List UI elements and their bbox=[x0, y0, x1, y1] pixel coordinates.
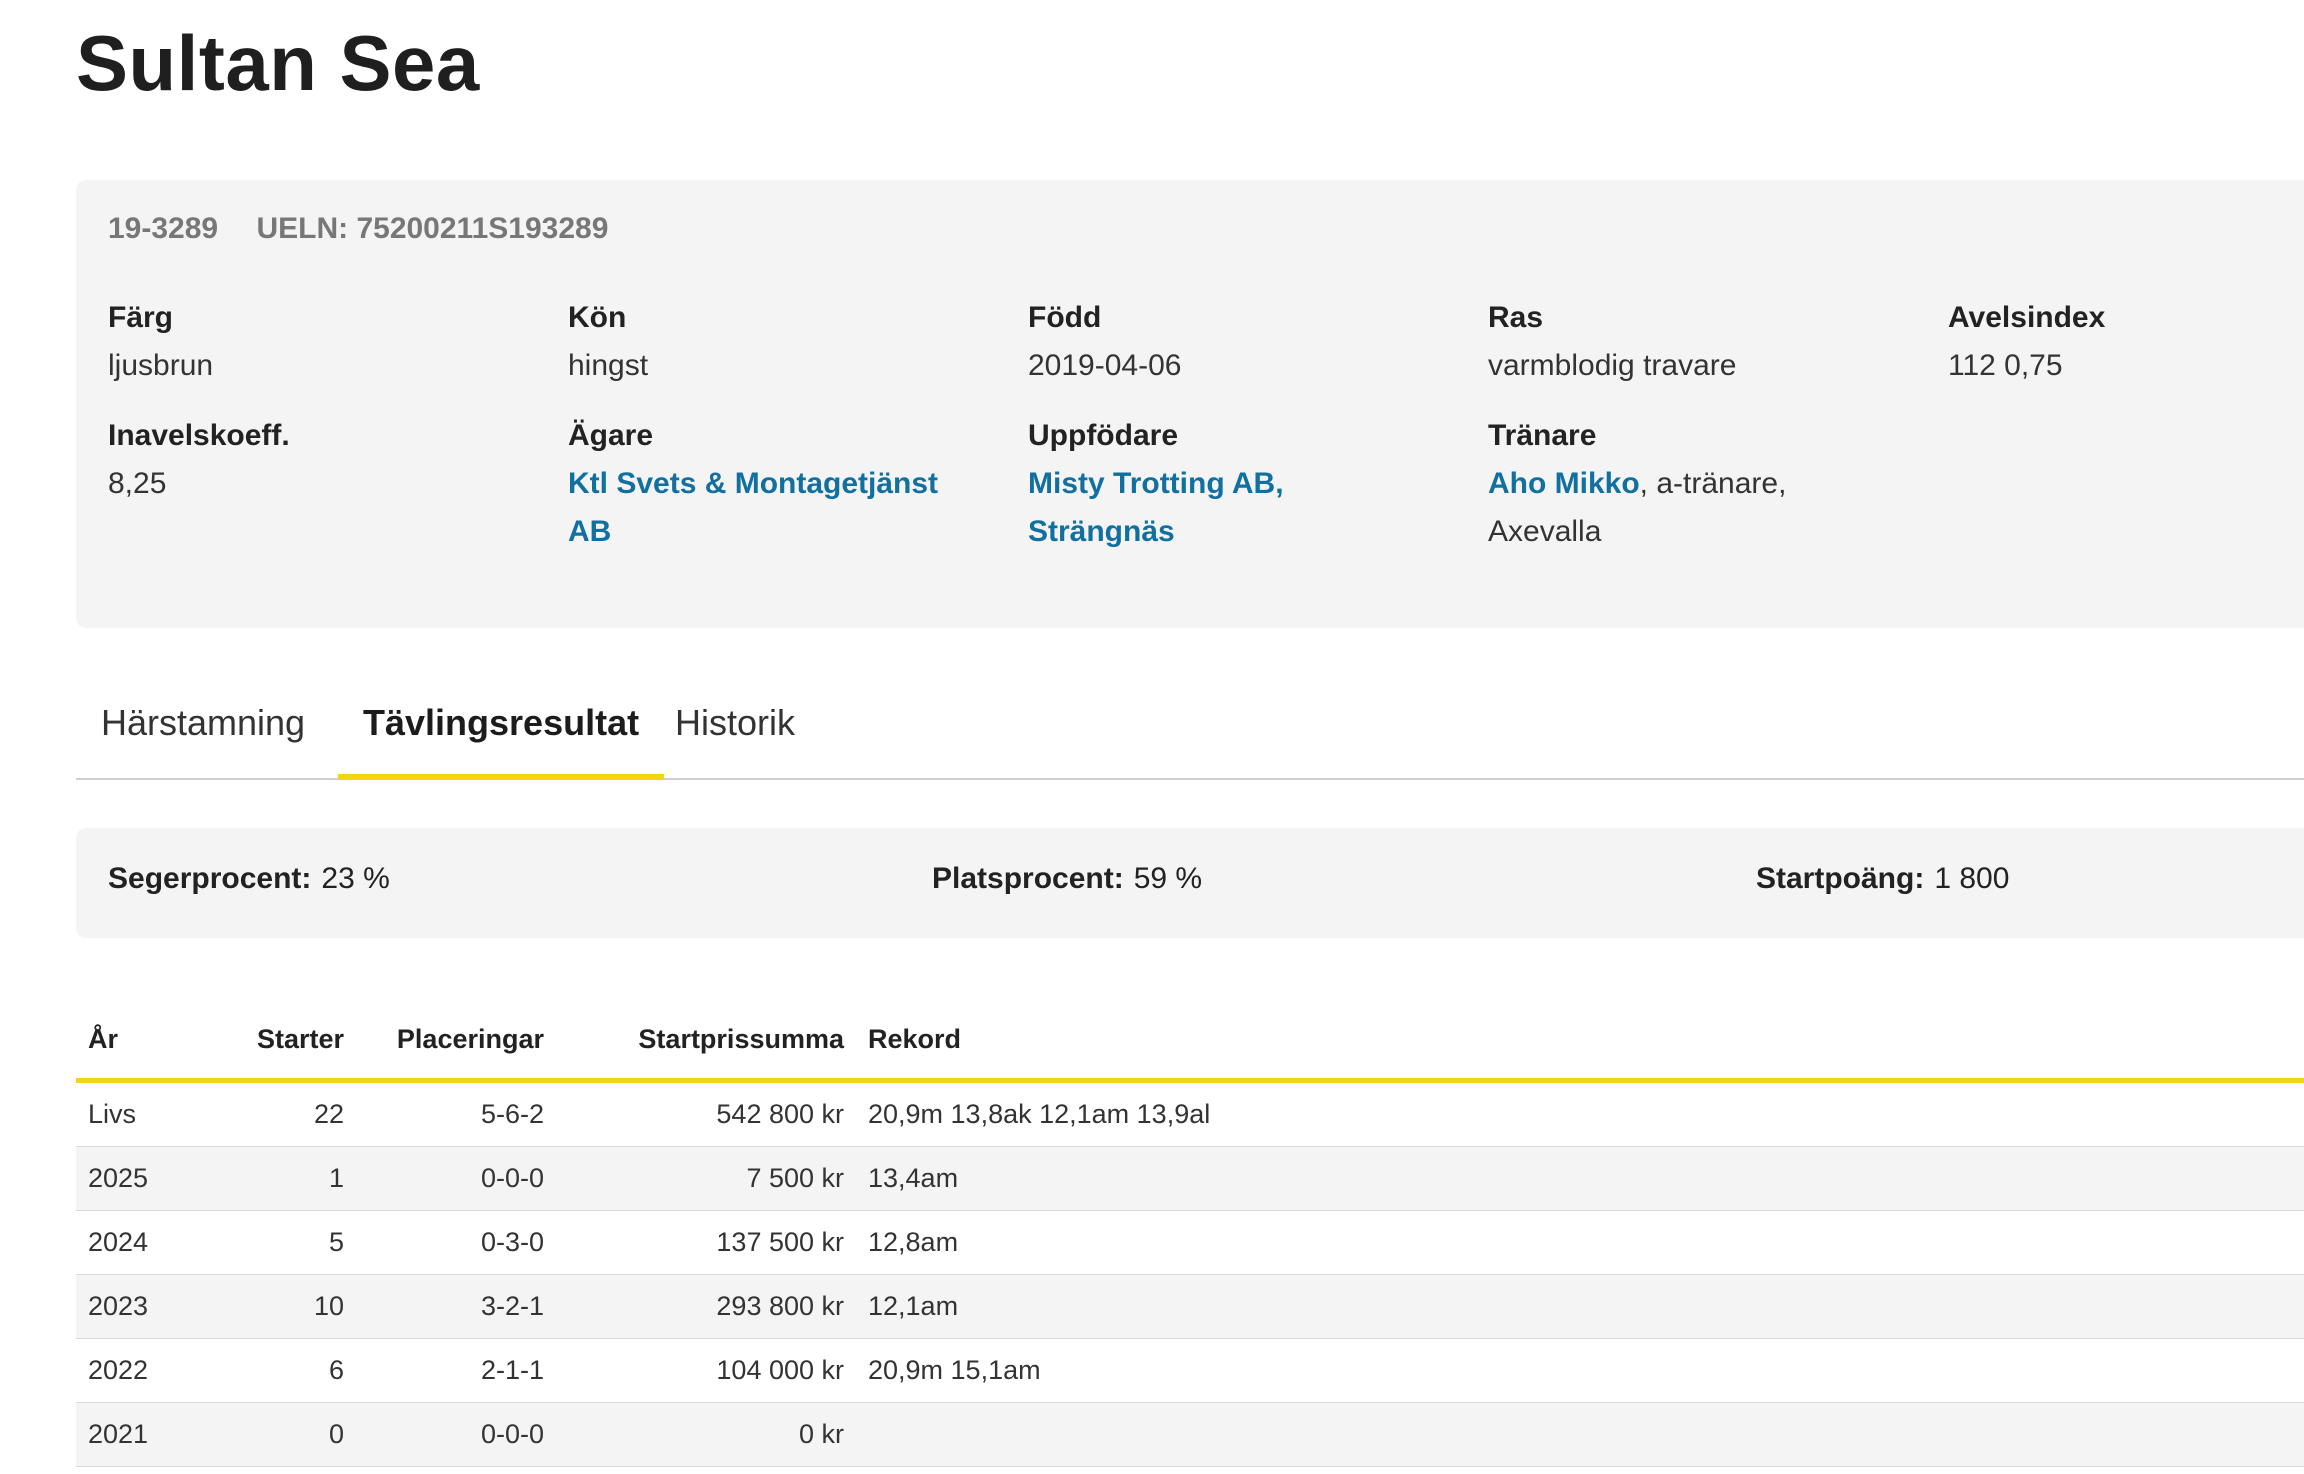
cell-starts: 1 bbox=[216, 1146, 356, 1211]
owner-link[interactable]: Ktl Svets & Montagetjänst AB bbox=[568, 467, 938, 548]
table-row: 2025 1 0-0-0 7 500 kr 13,4am bbox=[76, 1146, 2304, 1211]
cell-prize: 0 kr bbox=[556, 1402, 856, 1467]
cell-year: 2025 bbox=[76, 1146, 216, 1211]
tab-tavlingsresultat[interactable]: Tävlingsresultat bbox=[338, 702, 665, 780]
cell-starts: 6 bbox=[216, 1338, 356, 1403]
col-header-ar: År bbox=[76, 1000, 216, 1083]
cell-year: 2023 bbox=[76, 1274, 216, 1339]
field-label: Tränare bbox=[1488, 419, 1597, 452]
cell-prize: 137 500 kr bbox=[556, 1210, 856, 1275]
table-row: 2022 6 2-1-1 104 000 kr 20,9m 15,1am bbox=[76, 1338, 2304, 1403]
table-header-row: År Starter Placeringar Startprissumma Re… bbox=[76, 1000, 2304, 1083]
field-value: 8,25 bbox=[108, 467, 167, 500]
trainer-link[interactable]: Aho Mikko bbox=[1488, 467, 1640, 500]
field-avelsindex: Avelsindex 112 0,75 bbox=[1948, 294, 2304, 390]
ueln-number: UELN: 75200211S193289 bbox=[256, 212, 609, 245]
field-label: Färg bbox=[108, 301, 174, 334]
stat-value: 23 % bbox=[321, 862, 390, 895]
tab-historik[interactable]: Historik bbox=[650, 702, 820, 766]
stat-value: 59 % bbox=[1133, 862, 1203, 895]
cell-record: 20,9m 15,1am bbox=[856, 1338, 2304, 1403]
cell-placings: 2-1-1 bbox=[356, 1338, 556, 1403]
stat-label: Segerprocent: bbox=[108, 862, 312, 895]
cell-starts: 22 bbox=[216, 1080, 356, 1147]
stat-platsprocent: Platsprocent: 59 % bbox=[932, 862, 1202, 896]
page-title: Sultan Sea bbox=[76, 19, 480, 107]
cell-prize: 293 800 kr bbox=[556, 1274, 856, 1339]
results-table: År Starter Placeringar Startprissumma Re… bbox=[76, 1000, 2304, 1467]
cell-placings: 5-6-2 bbox=[356, 1080, 556, 1147]
registration-number: 19-3289 bbox=[108, 212, 219, 245]
cell-placings: 3-2-1 bbox=[356, 1274, 556, 1339]
cell-placings: 0-0-0 bbox=[356, 1402, 556, 1467]
field-agare: Ägare Ktl Svets & Montagetjänst AB bbox=[568, 412, 968, 556]
field-kon: Kön hingst bbox=[568, 294, 1008, 390]
field-value: 2019-04-06 bbox=[1028, 349, 1182, 382]
stat-segerprocent: Segerprocent: 23 % bbox=[108, 862, 390, 896]
stat-startpoang: Startpoäng: 1 800 bbox=[1756, 862, 2009, 896]
field-value: hingst bbox=[568, 349, 649, 382]
cell-prize: 7 500 kr bbox=[556, 1146, 856, 1211]
table-row: 2023 10 3-2-1 293 800 kr 12,1am bbox=[76, 1274, 2304, 1339]
cell-starts: 5 bbox=[216, 1210, 356, 1275]
stat-label: Platsprocent: bbox=[932, 862, 1124, 895]
field-value: 112 0,75 bbox=[1948, 349, 2063, 382]
cell-starts: 0 bbox=[216, 1402, 356, 1467]
table-row: Livs 22 5-6-2 542 800 kr 20,9m 13,8ak 12… bbox=[76, 1080, 2304, 1147]
cell-placings: 0-3-0 bbox=[356, 1210, 556, 1275]
field-inavelskoeff: Inavelskoeff. 8,25 bbox=[108, 412, 548, 508]
field-farg: Färg ljusbrun bbox=[108, 294, 548, 390]
cell-year: 2024 bbox=[76, 1210, 216, 1275]
cell-record: 13,4am bbox=[856, 1146, 2304, 1211]
cell-record bbox=[856, 1402, 2304, 1467]
field-value: varmblodig travare bbox=[1488, 349, 1737, 382]
cell-starts: 10 bbox=[216, 1274, 356, 1339]
table-row: 2024 5 0-3-0 137 500 kr 12,8am bbox=[76, 1210, 2304, 1275]
col-header-startprissumma: Startprissumma bbox=[556, 1000, 856, 1083]
stats-panel: Segerprocent: 23 % Platsprocent: 59 % Star… bbox=[76, 828, 2304, 938]
field-label: Uppfödare bbox=[1028, 419, 1178, 452]
field-ras: Ras varmblodig travare bbox=[1488, 294, 1928, 390]
stat-label: Startpoäng: bbox=[1756, 862, 1925, 895]
cell-year: Livs bbox=[76, 1080, 216, 1147]
cell-year: 2022 bbox=[76, 1338, 216, 1403]
breeder-link[interactable]: Misty Trotting AB, Strängnäs bbox=[1028, 467, 1284, 548]
field-uppfodare: Uppfödare Misty Trotting AB, Strängnäs bbox=[1028, 412, 1358, 556]
field-label: Ägare bbox=[568, 419, 654, 452]
tab-harstamning[interactable]: Härstamning bbox=[76, 702, 330, 766]
horse-info-panel: 19-3289 UELN: 75200211S193289 Färg ljusb… bbox=[76, 180, 2304, 628]
cell-prize: 542 800 kr bbox=[556, 1080, 856, 1147]
field-label: Avelsindex bbox=[1948, 301, 2106, 334]
cell-prize: 104 000 kr bbox=[556, 1338, 856, 1403]
cell-year: 2021 bbox=[76, 1402, 216, 1467]
table-row: 2021 0 0-0-0 0 kr bbox=[76, 1402, 2304, 1467]
field-label: Kön bbox=[568, 301, 627, 334]
field-fodd: Född 2019-04-06 bbox=[1028, 294, 1468, 390]
field-value: ljusbrun bbox=[108, 349, 214, 382]
cell-record: 12,8am bbox=[856, 1210, 2304, 1275]
field-label: Född bbox=[1028, 301, 1102, 334]
cell-record: 12,1am bbox=[856, 1274, 2304, 1339]
horse-ids: 19-3289 UELN: 75200211S193289 bbox=[108, 212, 638, 246]
col-header-placeringar: Placeringar bbox=[356, 1000, 556, 1083]
col-header-rekord: Rekord bbox=[856, 1000, 2304, 1083]
stat-value: 1 800 bbox=[1934, 862, 2010, 895]
tab-bar: Härstamning Tävlingsresultat Historik bbox=[76, 690, 2304, 780]
cell-record: 20,9m 13,8ak 12,1am 13,9al bbox=[856, 1080, 2304, 1147]
field-label: Inavelskoeff. bbox=[108, 419, 290, 452]
col-header-starter: Starter bbox=[216, 1000, 356, 1083]
cell-placings: 0-0-0 bbox=[356, 1146, 556, 1211]
field-tranare: Tränare Aho Mikko, a-tränare, Axevalla bbox=[1488, 412, 1868, 556]
field-label: Ras bbox=[1488, 301, 1544, 334]
